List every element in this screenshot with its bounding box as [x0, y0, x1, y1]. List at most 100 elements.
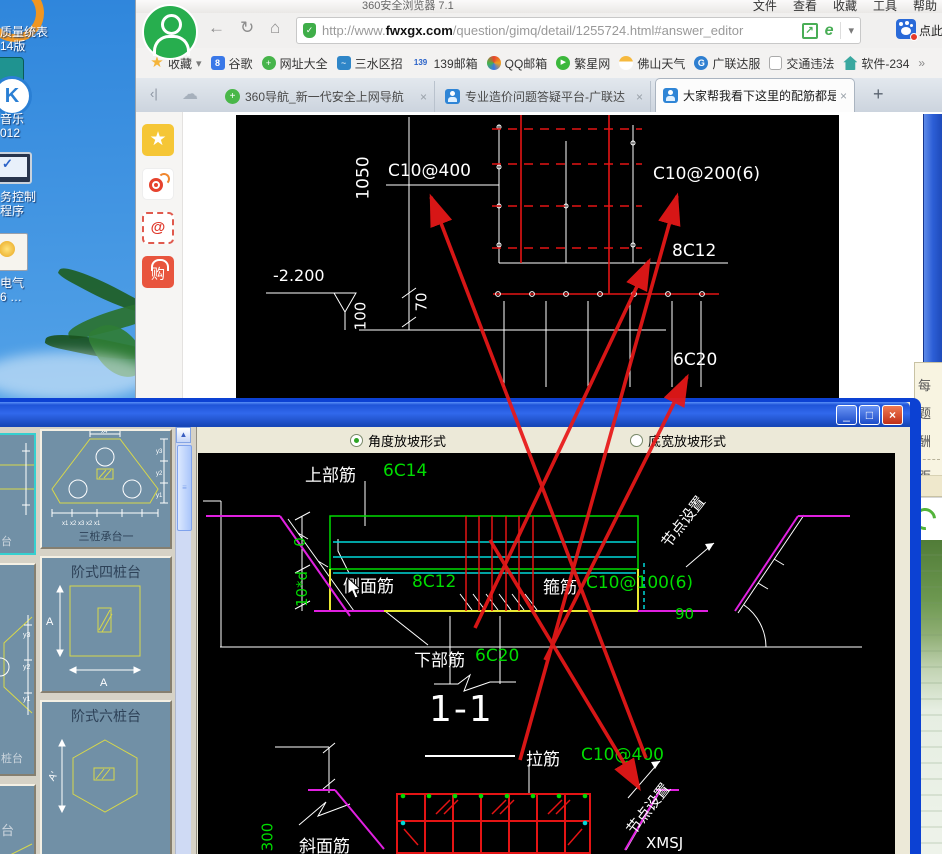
- google-icon: 8: [211, 56, 225, 70]
- desktop-icon-electric[interactable]: [0, 233, 28, 271]
- bookmark-fanxing[interactable]: ▶繁星网: [556, 55, 610, 72]
- glodon-tab-icon: [445, 89, 460, 104]
- label-side-rebar: 侧面筋: [343, 572, 394, 597]
- tab-bar: ‹| ☁ + 360导航_新一代安全上网导航 × 专业造价问题答疑平台-广联达 …: [136, 78, 942, 112]
- home-icon[interactable]: ⌂: [270, 18, 280, 38]
- page-scrollbar[interactable]: [923, 114, 942, 362]
- panel-scrollbar[interactable]: ▲ ≡: [175, 427, 191, 854]
- radio-width-slope[interactable]: 底宽放坡形式: [630, 431, 726, 450]
- address-bar[interactable]: ✓ http://www.fwxgx.com/question/gimq/det…: [296, 17, 861, 44]
- thumb-six-pile[interactable]: 阶式六桩台 A': [40, 700, 172, 854]
- menu-tools[interactable]: 工具: [873, 0, 897, 13]
- shopping-icon[interactable]: 购: [142, 256, 174, 288]
- cloud-sync-icon[interactable]: ☁: [182, 84, 198, 104]
- desktop-icon-music-label[interactable]: 音乐012: [0, 112, 24, 140]
- house-icon: [843, 56, 857, 70]
- favorites-star-icon[interactable]: ★: [142, 124, 174, 156]
- desktop-icon-service-label[interactable]: 务控制程序: [0, 190, 36, 218]
- menu-file[interactable]: 文件: [753, 0, 777, 13]
- label-elevation: -2.200: [273, 266, 325, 285]
- label-slope-rebar: 斜面筋: [299, 832, 350, 854]
- dim-1050: 1050: [354, 156, 374, 199]
- weibo-icon[interactable]: [142, 168, 174, 200]
- share-icon[interactable]: ↗: [802, 23, 818, 39]
- bookmark-traffic[interactable]: 交通违法: [769, 55, 834, 72]
- close-icon[interactable]: ×: [840, 89, 847, 103]
- browser-mode-icon[interactable]: e: [825, 22, 834, 40]
- close-icon[interactable]: ×: [636, 90, 643, 104]
- scroll-up-icon[interactable]: ▲: [176, 427, 191, 443]
- menu-view[interactable]: 查看: [793, 0, 817, 13]
- desktop-icon-service[interactable]: ✓: [0, 152, 32, 184]
- thumb-three-pile[interactable]: x4 y3 y2 y1 x1 x2 x3 x2 x1 三桩承台一: [40, 429, 172, 549]
- section-geometry: [198, 453, 895, 854]
- bookmark-google[interactable]: 8谷歌: [211, 55, 253, 72]
- bookmark-wangzhi[interactable]: +网址大全: [262, 55, 328, 72]
- bookmark-weather[interactable]: 佛山天气: [619, 55, 685, 72]
- label-bottom-rebar: 下部筋: [414, 646, 465, 671]
- refresh-icon[interactable]: ↻: [240, 18, 254, 38]
- dim-300: 300: [258, 823, 276, 852]
- label-tie-rebar: 拉筋: [526, 745, 560, 770]
- desktop-icon-quality-label[interactable]: 质量统表14版: [0, 25, 48, 53]
- bookmark-qqmail[interactable]: QQ邮箱: [487, 55, 548, 72]
- section-title: 1-1: [429, 689, 494, 730]
- bookmark-sanshui[interactable]: ~三水区招: [337, 55, 403, 72]
- svg-text:A: A: [46, 616, 54, 628]
- desktop-icon-electric-label[interactable]: 电气6 …: [0, 276, 24, 304]
- search-hint[interactable]: 点此: [919, 22, 942, 39]
- dim-zero: 0: [291, 537, 309, 547]
- cad-window-titlebar[interactable]: _ □ ×: [0, 402, 910, 427]
- label-angle-90: 90: [675, 605, 694, 623]
- thumb-partial-1[interactable]: 台: [0, 433, 36, 555]
- value-stirrup: C10@100(6): [586, 573, 693, 593]
- back-icon[interactable]: ←: [208, 18, 225, 38]
- chevron-down-icon[interactable]: ▾: [848, 24, 854, 37]
- tab-glodon-qa[interactable]: 专业造价问题答疑平台-广联达 ×: [438, 81, 651, 112]
- thumb-partial-2[interactable]: y3 y2 y1 桩台: [0, 563, 36, 776]
- glodon-icon: G: [694, 56, 708, 70]
- tab-360nav[interactable]: + 360导航_新一代安全上网导航 ×: [218, 81, 435, 112]
- nav-site-icon: +: [262, 56, 276, 70]
- baidu-paw-icon[interactable]: [896, 19, 916, 39]
- bookmarks-bar: ★收藏▾ 8谷歌 +网址大全 ~三水区招 139139邮箱 QQ邮箱 ▶繁星网 …: [136, 48, 942, 79]
- bookmark-glodon[interactable]: G广联达服: [694, 55, 760, 72]
- thumb-partial-3[interactable]: 台: [0, 784, 36, 854]
- menu-help[interactable]: 帮助: [913, 0, 937, 13]
- bookmark-2345[interactable]: 软件-234: [843, 55, 909, 72]
- close-icon[interactable]: ×: [420, 90, 427, 104]
- scrollbar-thumb[interactable]: ≡: [177, 445, 192, 531]
- glodon-tab-icon: [663, 88, 678, 103]
- radio-angle-slope[interactable]: 角度放坡形式: [350, 431, 446, 450]
- minimize-button[interactable]: _: [836, 405, 857, 425]
- tab-scroll-left-icon[interactable]: ‹|: [150, 86, 158, 101]
- top-drawing-geometry: [236, 115, 839, 398]
- svg-text:x1 x2 x3 x2 x1: x1 x2 x3 x2 x1: [62, 521, 101, 527]
- svg-text:y2: y2: [156, 471, 163, 477]
- value-side-rebar: 8C12: [412, 572, 456, 592]
- browser-titlebar[interactable]: 360安全浏览器 7.1 文件 查看 收藏 工具 帮助: [136, 0, 942, 13]
- desktop-icon-music[interactable]: K: [0, 76, 32, 116]
- dim-70: 70: [413, 292, 431, 311]
- dim-100: 100: [351, 302, 369, 331]
- pile-cap-section-canvas[interactable]: 上部筋 6C14 侧面筋 8C12 箍筋 C10@100(6) 下部筋 6C20…: [198, 453, 895, 854]
- new-tab-button[interactable]: +: [873, 84, 884, 105]
- bookmarks-more[interactable]: »: [918, 56, 925, 70]
- label-6c20: 6C20: [673, 350, 717, 370]
- mail-icon[interactable]: @: [142, 212, 174, 244]
- menu-fav[interactable]: 收藏: [833, 0, 857, 13]
- maximize-button[interactable]: □: [859, 405, 880, 425]
- value-top-rebar: 6C14: [383, 461, 427, 481]
- svg-text:y2: y2: [23, 664, 31, 671]
- divider: [918, 459, 940, 460]
- close-button[interactable]: ×: [882, 405, 903, 425]
- bookmark-139mail[interactable]: 139139邮箱: [412, 55, 478, 72]
- tab-rebar-question[interactable]: 大家帮我看下这里的配筋都是 ×: [655, 78, 855, 112]
- 139-icon: 139: [412, 56, 430, 70]
- menu-bar: 文件 查看 收藏 工具 帮助: [753, 0, 937, 13]
- user-avatar[interactable]: [142, 4, 198, 60]
- svg-text:A: A: [100, 677, 108, 689]
- url-text[interactable]: http://www.fwxgx.com/question/gimq/detai…: [322, 23, 796, 38]
- play-icon: ▶: [556, 56, 570, 70]
- thumb-four-pile[interactable]: 阶式四桩台 A A: [40, 556, 172, 693]
